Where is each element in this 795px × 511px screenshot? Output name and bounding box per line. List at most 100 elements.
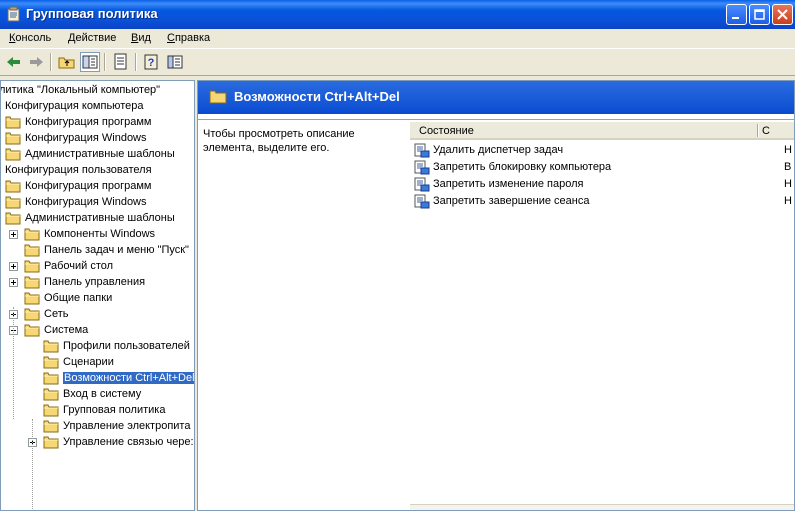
expand-icon[interactable] (9, 278, 18, 287)
tree-item[interactable]: Компоненты Windows (1, 227, 194, 243)
tree-item[interactable]: Конфигурация программ (1, 115, 194, 131)
column-header-state[interactable]: Состояние (419, 125, 474, 137)
tree-item[interactable]: Панель управления (1, 275, 194, 291)
toolbar-separator (50, 53, 52, 71)
menu-console[interactable]: Консоль (9, 32, 51, 44)
tree-item[interactable]: Сеть (1, 307, 194, 323)
back-button[interactable] (4, 52, 24, 72)
policy-state: В (784, 161, 792, 173)
column-divider[interactable] (757, 124, 759, 137)
folder-icon (24, 260, 40, 273)
tree-item-label: Конфигурация Windows (25, 196, 147, 208)
tree-item[interactable]: Вход в систему (1, 387, 194, 403)
folder-icon (24, 308, 40, 321)
up-folder-button[interactable] (57, 52, 77, 72)
tree-item[interactable]: Панель задач и меню "Пуск" (1, 243, 194, 259)
tree-pane[interactable]: литика "Локальный компьютер" Конфигурация… (0, 80, 195, 511)
minimize-button[interactable] (726, 4, 747, 25)
tree-item[interactable]: Конфигурация компьютера (1, 99, 194, 115)
list-item[interactable]: Запретить завершение сеанса Н (414, 193, 794, 210)
folder-icon (24, 292, 40, 305)
policy-setting-icon (414, 160, 430, 175)
folder-icon (5, 180, 21, 193)
tree-item-label: Конфигурация программ (25, 180, 152, 192)
tree-item-label: Сеть (44, 308, 69, 320)
policy-setting-icon (414, 143, 430, 158)
minimize-icon (732, 17, 739, 19)
tree-item[interactable]: Рабочий стол (1, 259, 194, 275)
help-button[interactable]: ? (142, 52, 162, 72)
tree-item[interactable]: Административные шаблоны (1, 211, 194, 227)
tree-item[interactable]: Управление электропита (1, 419, 194, 435)
folder-icon (24, 228, 40, 241)
details-pane: Возможности Ctrl+Alt+Del Чтобы просмотре… (197, 80, 795, 511)
tree-connector (13, 307, 15, 419)
folder-icon (5, 212, 21, 225)
tree-item-label: Возможности Ctrl+Alt+Del (63, 372, 195, 384)
folder-icon (43, 372, 59, 385)
tree-item[interactable]: литика "Локальный компьютер" (1, 83, 194, 99)
tree-item[interactable]: Общие папки (1, 291, 194, 307)
tree-connector (32, 419, 34, 510)
tree-item-label: Административные шаблоны (25, 148, 175, 160)
tree-item[interactable]: Конфигурация пользователя (1, 163, 194, 179)
tree-item[interactable]: Сценарии (1, 355, 194, 371)
window-title: Групповая политика (26, 6, 158, 21)
folder-icon (24, 324, 40, 337)
tree-item[interactable]: Возможности Ctrl+Alt+Del (1, 371, 195, 387)
horizontal-scrollbar[interactable] (410, 504, 794, 510)
list-item[interactable]: Запретить блокировку компьютера В (414, 159, 794, 176)
tree-item[interactable]: Административные шаблоны (1, 147, 194, 163)
back-icon (7, 57, 20, 67)
tree-item-label: Групповая политика (63, 404, 166, 416)
expand-icon[interactable] (9, 262, 18, 271)
folder-icon (43, 356, 59, 369)
menu-view[interactable]: Вид (131, 32, 151, 44)
tree-item[interactable]: Система (1, 323, 194, 339)
export-list-button[interactable] (111, 52, 131, 72)
list-item[interactable]: Запретить изменение пароля Н (414, 176, 794, 193)
tree-item-label: Общие папки (44, 292, 113, 304)
tree-item[interactable]: Конфигурация программ (1, 179, 194, 195)
tree-item[interactable]: Конфигурация Windows (1, 195, 194, 211)
tree-item[interactable]: Групповая политика (1, 403, 194, 419)
tree-item[interactable]: Конфигурация Windows (1, 131, 194, 147)
forward-icon (30, 57, 43, 67)
menu-action[interactable]: Действие (68, 32, 116, 44)
tree-item-label: Административные шаблоны (25, 212, 175, 224)
folder-icon (5, 116, 21, 129)
list-item[interactable]: Удалить диспетчер задач Н (414, 142, 794, 159)
show-hide-tree-button[interactable] (80, 52, 100, 72)
folder-icon (5, 196, 21, 209)
tree-item[interactable]: Управление связью чере: (1, 435, 194, 451)
folder-icon (43, 436, 59, 449)
tree-item[interactable]: Профили пользователей (1, 339, 194, 355)
description-text: Чтобы просмотреть описание элемента, выд… (203, 128, 355, 154)
tree-item-label: Сценарии (63, 356, 114, 368)
tree-item-label: Панель задач и меню "Пуск" (44, 244, 189, 256)
show-hide-tree-icon (82, 55, 98, 69)
expand-icon[interactable] (9, 230, 18, 239)
folder-icon (5, 132, 21, 145)
toolbar-separator (135, 53, 137, 71)
policy-setting-icon (414, 194, 430, 209)
properties-button[interactable] (165, 52, 185, 72)
tree-item-label: Панель управления (44, 276, 146, 288)
policy-name: Запретить завершение сеанса (433, 195, 590, 207)
up-folder-icon (58, 57, 75, 69)
title-bar[interactable]: Групповая политика (0, 0, 795, 29)
forward-button[interactable] (26, 52, 46, 72)
policy-state: Н (784, 144, 792, 156)
maximize-button[interactable] (749, 4, 770, 25)
close-icon (777, 9, 788, 20)
folder-icon (43, 404, 59, 417)
group-policy-icon (7, 6, 20, 22)
export-list-icon (114, 53, 127, 70)
close-button[interactable] (772, 4, 793, 25)
column-header-state-short[interactable]: С (762, 125, 770, 137)
policy-name: Запретить блокировку компьютера (433, 161, 612, 173)
tree-item-label: Вход в систему (63, 388, 142, 400)
tree-item-label: Рабочий стол (44, 260, 114, 272)
svg-text:?: ? (148, 57, 155, 69)
menu-help[interactable]: Справка (167, 32, 210, 44)
